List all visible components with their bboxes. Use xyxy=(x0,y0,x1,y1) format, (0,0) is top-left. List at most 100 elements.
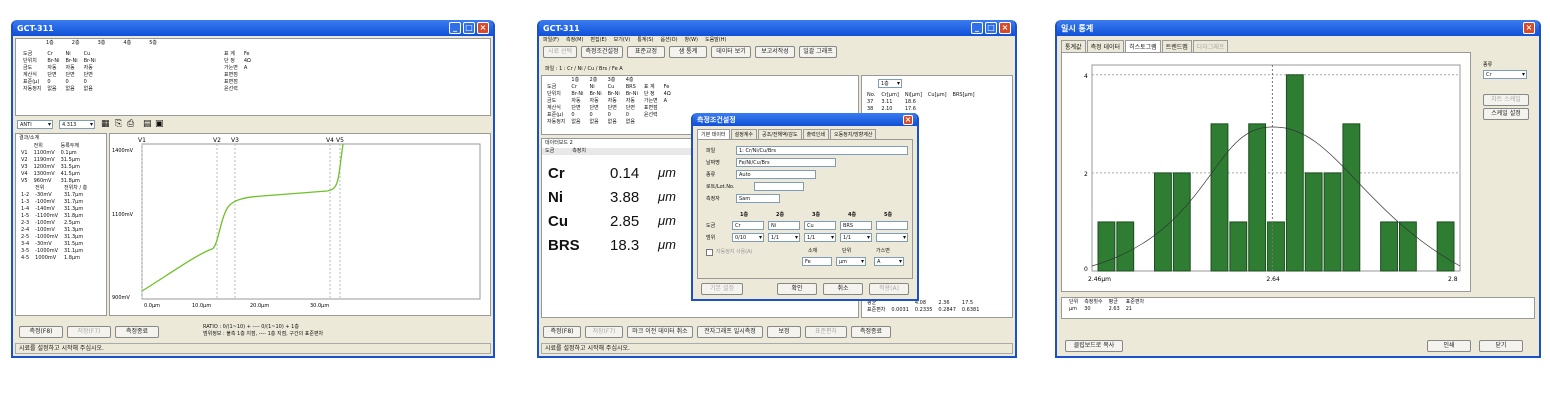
menu-item[interactable]: 측정(M) xyxy=(566,37,583,44)
table-cell: 표면점 xyxy=(224,72,238,78)
material-field[interactable]: Fe xyxy=(802,257,832,266)
table-cell xyxy=(241,79,254,86)
layer-metal-field[interactable]: Cr xyxy=(732,221,764,230)
bottom-button[interactable]: 측정(F8) xyxy=(543,326,581,338)
name-label: 날짜명 xyxy=(706,160,720,166)
bottom-button[interactable]: 측정종료 xyxy=(851,326,891,338)
value-select[interactable]: 4.313 xyxy=(59,120,95,129)
cancel-button[interactable]: 취소 xyxy=(823,283,863,295)
close-button[interactable]: × xyxy=(477,22,489,34)
menu-item[interactable]: 옵션(O) xyxy=(660,37,677,44)
hist-bar xyxy=(1229,221,1248,272)
copy-icon[interactable]: ⎘ xyxy=(115,119,122,129)
table-cell: 31.7μm xyxy=(64,192,84,198)
toolbar-button[interactable]: 샘 통계 xyxy=(669,46,707,58)
copy-clipboard-button[interactable]: 클립보드로 복사 xyxy=(1065,340,1123,352)
layer-range-select[interactable]: 0/10 xyxy=(732,233,764,242)
maximize-button[interactable]: □ xyxy=(463,22,475,34)
type-field[interactable]: Auto xyxy=(736,170,816,179)
layer-range-select[interactable] xyxy=(876,233,908,242)
layer-metal-field[interactable]: Cu xyxy=(804,221,836,230)
ok-button[interactable]: 확인 xyxy=(777,283,817,295)
bottom-button[interactable]: 저장(F7) xyxy=(585,326,623,338)
dialog-close-button[interactable]: × xyxy=(903,114,913,125)
bottom-button[interactable]: 표준편차 xyxy=(805,326,847,338)
x-tick-label: 0.0μm xyxy=(144,303,160,309)
close-window-button[interactable]: 닫기 xyxy=(1479,340,1523,352)
menu-item[interactable]: 파일(F) xyxy=(543,37,559,44)
auto-stop-checkbox[interactable] xyxy=(706,249,713,256)
table-cell xyxy=(661,105,674,112)
layer-range-select[interactable]: 1/1 xyxy=(768,233,800,242)
default-button[interactable]: 기본 설정 xyxy=(701,283,743,295)
layer-range-select[interactable]: 1/1 xyxy=(804,233,836,242)
table-cell: 표준(μ) xyxy=(547,112,564,118)
lot-field[interactable] xyxy=(754,182,804,191)
window-title: 일시 통계 xyxy=(1061,23,1094,33)
save-button[interactable]: 저장(F7) xyxy=(67,326,111,338)
dialog-tab[interactable]: 출력인쇄 xyxy=(802,129,829,139)
operator-field[interactable]: Sam xyxy=(736,194,780,203)
dialog-tab[interactable]: 설정계수 xyxy=(730,129,757,139)
toolbar-button[interactable]: 시료 선택 xyxy=(543,46,577,58)
stats-tab[interactable]: 히스토그램 xyxy=(1125,40,1161,52)
layer-metal-field[interactable]: Ni xyxy=(768,221,800,230)
toolbar-button[interactable]: 데이터 보기 xyxy=(711,46,751,58)
chart-scale-button[interactable]: 차트 스케일 xyxy=(1483,94,1529,106)
menu-item[interactable]: 도움말(H) xyxy=(705,37,726,44)
layer-metal-field[interactable] xyxy=(876,221,908,230)
bottom-button[interactable]: 보정 xyxy=(767,326,801,338)
toolbar-button[interactable]: 보고서작성 xyxy=(755,46,795,58)
dialog-tab[interactable]: 오동정지/방향계산 xyxy=(829,129,877,139)
bottom-button[interactable]: 전자그래프 일시측정 xyxy=(697,326,763,338)
layer-select[interactable]: 1층 xyxy=(878,79,902,88)
position-select[interactable]: A xyxy=(874,257,904,266)
menu-item[interactable]: 보기(V) xyxy=(614,37,631,44)
folder-icon[interactable]: ▤ xyxy=(143,119,152,129)
measure-button[interactable]: 측정(F8) xyxy=(19,326,63,338)
save-icon[interactable]: ▣ xyxy=(155,119,164,129)
reading-value: 2.85 xyxy=(610,213,640,230)
scale-settings-button[interactable]: 스케일 설정 xyxy=(1483,108,1529,120)
bottom-button[interactable]: 마크 이전 데이터 취소 xyxy=(627,326,693,338)
stats-tab[interactable]: 측정 데이터 xyxy=(1086,40,1125,52)
minimize-button[interactable]: _ xyxy=(449,22,461,34)
table-cell xyxy=(544,77,568,84)
data-col: 측정치 xyxy=(572,148,587,154)
minimize-button[interactable]: _ xyxy=(971,22,983,34)
menu-item[interactable]: 창(W) xyxy=(685,37,698,44)
history-stat-row: 표준편차 0.0031 0.2335 0.2847 0.6381 xyxy=(864,307,982,314)
menu-item[interactable]: 통계(S) xyxy=(637,37,653,44)
table-cell: Br-Ni xyxy=(589,91,602,97)
menu-item[interactable]: 편집(E) xyxy=(590,37,606,44)
toolbar-button[interactable]: 측정조건설정 xyxy=(581,46,623,58)
print-icon[interactable]: ⎙ xyxy=(127,119,134,129)
name-field[interactable]: Fe/Ni/Cu/Brs xyxy=(736,158,836,167)
close-button[interactable]: × xyxy=(1523,22,1535,34)
file-field[interactable]: 1: Cr/Ni/Cu/Brs xyxy=(736,146,908,155)
dialog-tab[interactable]: 기본 데이터 xyxy=(697,129,730,139)
stats-tab[interactable]: 통계값 xyxy=(1061,40,1086,52)
close-button[interactable]: × xyxy=(999,22,1011,34)
table-cell: 단면 xyxy=(625,105,635,111)
apply-button[interactable]: 적용(A) xyxy=(869,283,909,295)
toolbar-button[interactable]: 표준교정 xyxy=(627,46,665,58)
mode-select[interactable]: ANTI xyxy=(17,120,53,129)
print-button[interactable]: 인쇄 xyxy=(1427,340,1471,352)
header-col: 5층 xyxy=(149,40,157,46)
layer-metal-field[interactable]: BRS xyxy=(840,221,872,230)
layer-range-select[interactable]: 1/1 xyxy=(840,233,872,242)
type-select[interactable]: Cr xyxy=(1483,70,1527,79)
maximize-button[interactable]: □ xyxy=(985,22,997,34)
stats-tab[interactable]: 트렌드맵 xyxy=(1161,40,1192,52)
dialog-tab[interactable]: 공조/전해액/감도 xyxy=(758,129,802,139)
unit-select[interactable]: μm xyxy=(836,257,866,266)
stats-tab[interactable]: 다차그래프 xyxy=(1192,40,1229,52)
table-cell: 17.6 xyxy=(904,106,916,112)
x-tick-label: 20.0μm xyxy=(250,303,269,309)
title-bar: GCT-311 _ □ × xyxy=(13,20,493,36)
toolbar-button[interactable]: 일괄 그래프 xyxy=(799,46,837,58)
finish-button[interactable]: 측정종료 xyxy=(115,326,159,338)
grid-icon[interactable]: ▦ xyxy=(101,119,110,129)
info-row: 계산식 단면 단면 단면 xyxy=(20,72,99,79)
